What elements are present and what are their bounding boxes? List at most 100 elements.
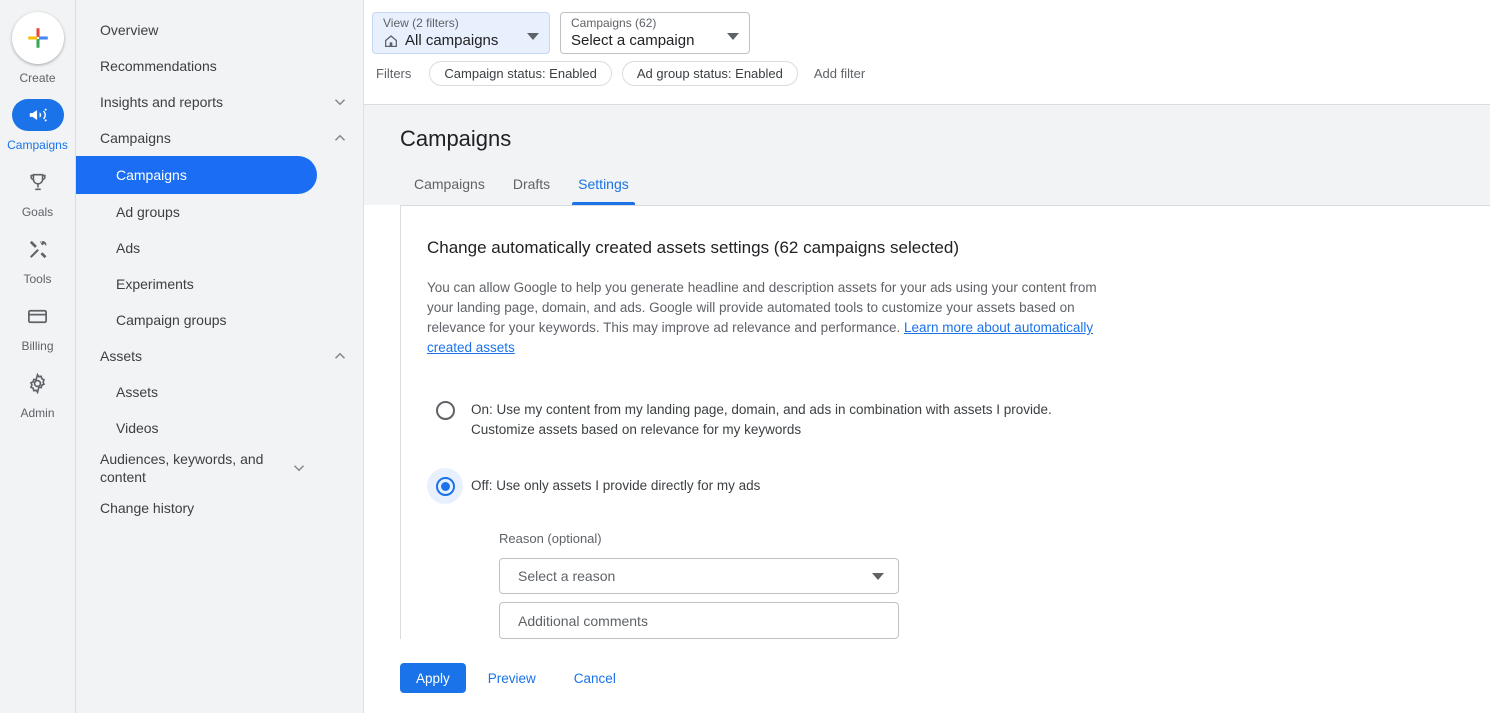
campaign-dropdown-caption: Campaigns (62)	[571, 16, 715, 30]
sidebar-item-campaign-groups[interactable]: Campaign groups	[76, 302, 363, 338]
additional-comments-field[interactable]: Additional comments	[499, 602, 899, 639]
main-content-area: View (2 filters) All campaigns Campaigns…	[364, 0, 1490, 713]
additional-comments-placeholder: Additional comments	[518, 613, 648, 629]
rail-label-admin: Admin	[20, 406, 54, 420]
plus-icon	[25, 25, 51, 51]
radio-ring-off	[436, 477, 455, 496]
reason-field-label: Reason (optional)	[499, 530, 1490, 548]
campaign-select-dropdown[interactable]: Campaigns (62) Select a campaign	[560, 12, 750, 54]
sidebar-item-experiments[interactable]: Experiments	[76, 266, 363, 302]
create-button-circle[interactable]	[12, 12, 64, 64]
app-icon-rail: Create Campaigns Goals	[0, 0, 76, 713]
radio-option-off[interactable]: Off: Use only assets I provide directly …	[427, 468, 1490, 504]
form-actions: Apply Preview Cancel	[364, 639, 1490, 693]
tab-drafts[interactable]: Drafts	[499, 175, 564, 205]
rail-item-billing[interactable]: Billing	[0, 300, 76, 353]
filters-row: Filters Campaign status: Enabled Ad grou…	[364, 54, 1490, 86]
top-filter-bar: View (2 filters) All campaigns Campaigns…	[364, 0, 1490, 105]
radio-button-on[interactable]	[427, 392, 463, 428]
sidebar-item-campaigns-group[interactable]: Campaigns	[76, 120, 363, 156]
page-tabs: Campaigns Drafts Settings	[364, 175, 1490, 205]
tab-campaigns[interactable]: Campaigns	[400, 175, 499, 205]
chevron-down-icon[interactable]	[727, 33, 739, 40]
radio-label-off: Off: Use only assets I provide directly …	[471, 468, 760, 496]
rail-item-create[interactable]: Create	[0, 12, 76, 85]
sidebar-label-campaigns-group: Campaigns	[100, 129, 331, 147]
settings-card: Change automatically created assets sett…	[400, 205, 1490, 639]
sidebar-label-experiments: Experiments	[116, 275, 349, 293]
chevron-up-icon[interactable]	[331, 129, 349, 147]
sidebar-label-assets: Assets	[116, 383, 349, 401]
apply-button[interactable]: Apply	[400, 663, 466, 693]
sidebar-label-change-history: Change history	[100, 499, 349, 517]
rail-icon-goals	[12, 166, 64, 198]
sidebar-item-recommendations[interactable]: Recommendations	[76, 48, 363, 84]
rail-pill-campaigns	[12, 99, 64, 131]
sidebar-item-assets[interactable]: Assets	[76, 374, 363, 410]
sidebar-item-assets-group[interactable]: Assets	[76, 338, 363, 374]
add-filter-button[interactable]: Add filter	[814, 66, 865, 81]
radio-dot-off	[441, 482, 450, 491]
primary-navigation-sidebar: Overview Recommendations Insights and re…	[76, 0, 364, 713]
chevron-up-icon[interactable]	[331, 347, 349, 365]
filter-chip-ad-group-status-label: Ad group status: Enabled	[637, 66, 783, 81]
home-icon	[383, 33, 399, 49]
sidebar-label-ads: Ads	[116, 239, 349, 257]
radio-option-on[interactable]: On: Use my content from my landing page,…	[427, 392, 1490, 440]
filter-chip-campaign-status[interactable]: Campaign status: Enabled	[429, 61, 611, 86]
sidebar-label-insights-and-reports: Insights and reports	[100, 93, 331, 111]
reason-select-value: Select a reason	[518, 568, 615, 584]
rail-label-create: Create	[19, 71, 55, 85]
sidebar-item-ads[interactable]: Ads	[76, 230, 363, 266]
cancel-button[interactable]: Cancel	[558, 663, 632, 693]
tab-settings[interactable]: Settings	[564, 175, 643, 205]
view-dropdown[interactable]: View (2 filters) All campaigns	[372, 12, 550, 54]
card-description: You can allow Google to help you generat…	[427, 278, 1117, 358]
rail-icon-admin	[12, 367, 64, 399]
sidebar-label-videos: Videos	[116, 419, 349, 437]
rail-item-goals[interactable]: Goals	[0, 166, 76, 219]
assets-setting-radio-group: On: Use my content from my landing page,…	[427, 392, 1490, 504]
rail-label-goals: Goals	[22, 205, 53, 219]
sidebar-label-assets-group: Assets	[100, 347, 331, 365]
sidebar-label-audiences-keywords-content: Audiences, keywords, and content	[100, 450, 290, 486]
view-dropdown-value: All campaigns	[405, 31, 498, 51]
sidebar-label-overview: Overview	[100, 21, 349, 39]
filter-chip-ad-group-status[interactable]: Ad group status: Enabled	[622, 61, 798, 86]
rail-label-tools: Tools	[23, 272, 51, 286]
sidebar-item-overview[interactable]: Overview	[76, 12, 363, 48]
tab-drafts-label: Drafts	[513, 176, 550, 192]
rail-icon-tools	[12, 233, 64, 265]
radio-button-off[interactable]	[427, 468, 463, 504]
radio-label-on: On: Use my content from my landing page,…	[471, 392, 1111, 440]
rail-item-tools[interactable]: Tools	[0, 233, 76, 286]
rail-icon-billing	[12, 300, 64, 332]
rail-label-billing: Billing	[21, 339, 53, 353]
sidebar-item-insights-and-reports[interactable]: Insights and reports	[76, 84, 363, 120]
chevron-down-icon[interactable]	[872, 573, 884, 580]
campaign-dropdown-value: Select a campaign	[571, 31, 694, 51]
rail-label-campaigns: Campaigns	[7, 138, 68, 152]
sidebar-label-ad-groups: Ad groups	[116, 203, 349, 221]
sidebar-item-campaigns[interactable]: Campaigns	[76, 156, 317, 194]
preview-button[interactable]: Preview	[472, 663, 552, 693]
chevron-down-icon[interactable]	[290, 459, 308, 477]
credit-card-icon	[26, 305, 49, 328]
sidebar-item-ad-groups[interactable]: Ad groups	[76, 194, 363, 230]
megaphone-icon	[27, 104, 49, 126]
tab-settings-label: Settings	[578, 176, 629, 192]
sidebar-item-audiences-keywords-content[interactable]: Audiences, keywords, and content	[76, 446, 363, 490]
rail-item-campaigns[interactable]: Campaigns	[0, 99, 76, 152]
rail-item-admin[interactable]: Admin	[0, 367, 76, 420]
page-header: Campaigns Campaigns Drafts Settings	[364, 105, 1490, 205]
reason-select[interactable]: Select a reason	[499, 558, 899, 594]
sidebar-item-videos[interactable]: Videos	[76, 410, 363, 446]
chevron-down-icon[interactable]	[527, 33, 539, 40]
chevron-down-icon[interactable]	[331, 93, 349, 111]
view-dropdown-caption: View (2 filters)	[383, 16, 515, 30]
page-title: Campaigns	[364, 125, 1490, 153]
filter-chip-campaign-status-label: Campaign status: Enabled	[444, 66, 596, 81]
sidebar-item-change-history[interactable]: Change history	[76, 490, 363, 526]
reason-form: Reason (optional) Select a reason Additi…	[499, 530, 1490, 639]
sidebar-label-campaign-groups: Campaign groups	[116, 311, 349, 329]
